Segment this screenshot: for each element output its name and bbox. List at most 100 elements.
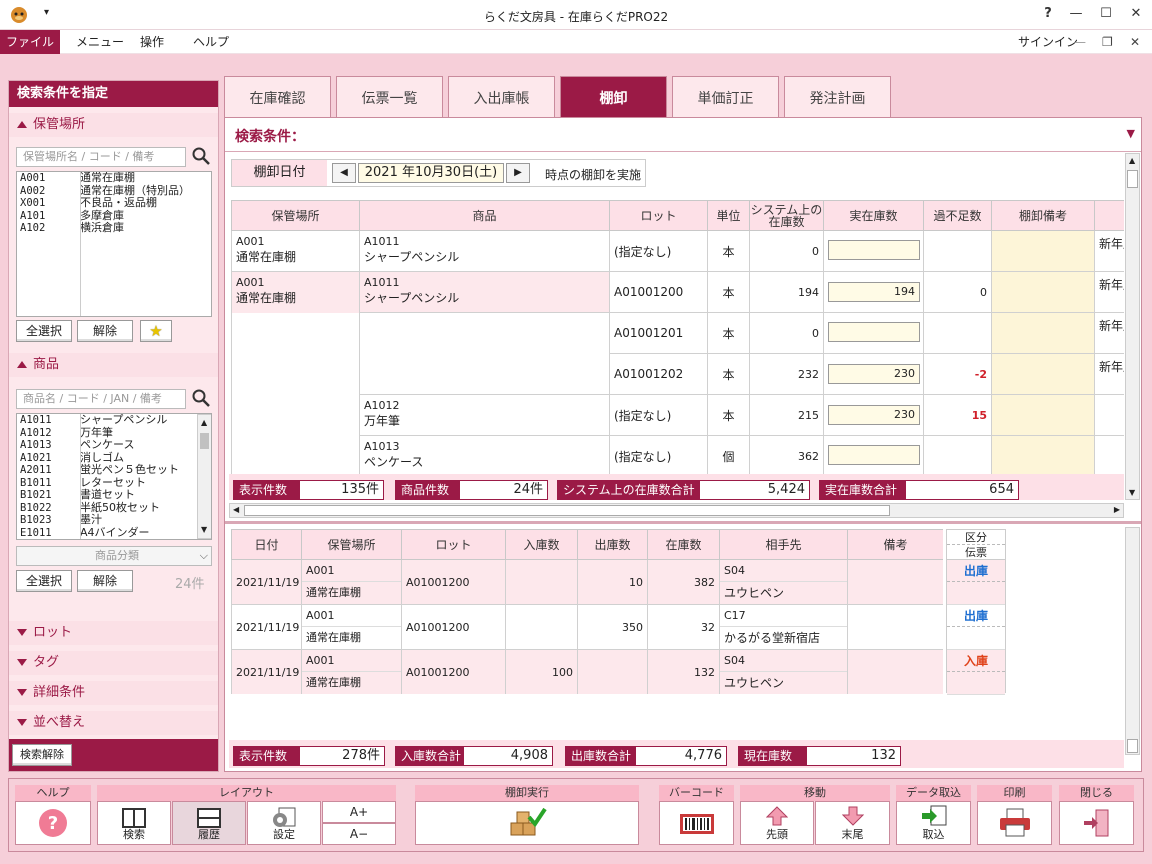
stocktake-date-field[interactable]: 2021 年10月30日(土) [358, 163, 504, 183]
stocktake-row[interactable]: A01001202 本 232 230 -2 新年度 [231, 353, 1124, 395]
settings-button[interactable]: 設定 [247, 801, 321, 845]
product-list-scrollbar[interactable]: ▲ ▼ [197, 414, 211, 539]
product-list[interactable]: A1011 シャープペンシル A1012 万年筆 A1013 ペンケース A1021 消しゴム… [16, 413, 212, 540]
tag-section-header[interactable]: タグ [9, 651, 218, 675]
help-button[interactable]: ? [15, 801, 91, 845]
kind-label[interactable]: 入庫 [947, 650, 1005, 672]
location-list-item[interactable]: A102 横浜倉庫 [17, 221, 211, 235]
column-header[interactable]: 商品 [359, 200, 610, 231]
stocktake-note-input[interactable] [991, 312, 1095, 354]
product-list-item[interactable]: B1022 半紙50枚セット [17, 501, 197, 515]
column-header[interactable]: システム上の在庫数 [749, 200, 824, 231]
history-column-header[interactable]: 在庫数 [647, 529, 720, 560]
product-list-item[interactable]: A1011 シャープペンシル [17, 414, 197, 427]
history-row[interactable]: 2021/11/19 A001 通常在庫棚 A01001200 100 132 S… [231, 649, 943, 694]
detail-section-header[interactable]: 詳細条件 [9, 681, 218, 705]
scroll-down-icon[interactable]: ▼ [1129, 488, 1135, 497]
stocktake-vscrollbar[interactable]: ▲ ▼ [1125, 153, 1140, 500]
stocktake-row[interactable]: A001 通常在庫棚 A1011 シャープペンシル A01001200 本 194 1… [231, 271, 1124, 313]
tab-stocktake[interactable]: 棚卸 [560, 76, 667, 118]
history-column-header[interactable]: 相手先 [719, 529, 848, 560]
location-list-item[interactable]: X001 不良品・返品棚 [17, 196, 211, 210]
search-condition-bar[interactable]: 検索条件： ▼ [225, 118, 1141, 152]
product-list-item[interactable]: B1023 墨汁 [17, 513, 197, 527]
tab-order-plan[interactable]: 発注計画 [784, 76, 891, 118]
product-clear-button[interactable]: 解除 [77, 570, 133, 592]
import-button[interactable]: 取込 [896, 801, 971, 845]
location-list-item[interactable]: A001 通常在庫棚 [17, 172, 211, 185]
history-column-header[interactable]: ロット [401, 529, 506, 560]
prev-date-button[interactable]: ◀ [332, 163, 356, 183]
history-column-header[interactable]: 日付 [231, 529, 302, 560]
category-dropdown[interactable]: 商品分類 ⌵ [16, 546, 212, 566]
column-header[interactable]: 実在庫数 [823, 200, 924, 231]
actual-qty-input[interactable]: 230 [828, 364, 920, 384]
search-icon[interactable] [191, 146, 211, 166]
product-section-header[interactable]: 商品 [9, 353, 218, 377]
tab-stock-check[interactable]: 在庫確認 [224, 76, 331, 118]
column-header[interactable] [1094, 200, 1124, 231]
location-clear-button[interactable]: 解除 [77, 320, 133, 342]
location-list[interactable]: A001 通常在庫棚 A002 通常在庫棚（特別品） X001 不良品・返品棚 A101 多摩… [16, 171, 212, 317]
history-row[interactable]: 2021/11/19 A001 通常在庫棚 A01001200 10 382 S0… [231, 559, 943, 605]
stocktake-row[interactable]: A1013 ペンケース (指定なし) 個 362 [231, 435, 1124, 474]
tab-slip-list[interactable]: 伝票一覧 [336, 76, 443, 118]
product-list-item[interactable]: E1011 A4バインダー [17, 526, 197, 540]
barcode-button[interactable] [659, 801, 734, 845]
location-search-input[interactable]: 保管場所名 / コード / 備考 [16, 147, 186, 167]
layout-search-button[interactable]: 検索 [97, 801, 171, 845]
stocktake-note-input[interactable] [991, 353, 1095, 395]
location-section-header[interactable]: 保管場所 [9, 113, 218, 137]
scroll-thumb[interactable] [1127, 739, 1138, 753]
actual-qty-input[interactable]: 230 [828, 405, 920, 425]
search-icon[interactable] [191, 388, 211, 408]
scroll-down-icon[interactable]: ▼ [201, 524, 207, 537]
column-header[interactable]: 保管場所 [231, 200, 360, 231]
scroll-thumb[interactable] [200, 433, 209, 449]
column-header[interactable]: 単位 [707, 200, 750, 231]
scroll-up-icon[interactable]: ▲ [201, 417, 207, 430]
column-header[interactable]: 棚卸備考 [991, 200, 1095, 231]
scroll-left-icon[interactable]: ◀ [233, 505, 239, 514]
last-button[interactable]: 末尾 [815, 801, 890, 845]
product-search-input[interactable]: 商品名 / コード / JAN / 備考 [16, 389, 186, 409]
menu-file[interactable]: ファイル [0, 30, 60, 54]
menu-menu[interactable]: メニュー [66, 30, 134, 54]
favorite-star-button[interactable]: ★ [140, 320, 172, 342]
actual-qty-input[interactable] [828, 239, 920, 260]
stocktake-row[interactable]: A01001201 本 0 新年度 [231, 312, 1124, 354]
product-list-item[interactable]: A2011 蛍光ペン５色セット [17, 463, 197, 477]
stocktake-hscrollbar[interactable]: ◀ ▶ [229, 503, 1124, 518]
history-row[interactable]: 2021/11/19 A001 通常在庫棚 A01001200 350 32 C1… [231, 604, 943, 650]
history-column-header[interactable]: 入庫数 [505, 529, 578, 560]
actual-qty-input[interactable]: 194 [828, 282, 920, 302]
maximize-button[interactable]: ☐ [1096, 6, 1116, 21]
actual-qty-input[interactable] [828, 321, 920, 342]
product-list-item[interactable]: A1013 ペンケース [17, 438, 197, 452]
ribbon-restore-icon[interactable]: ❐ [1092, 30, 1123, 54]
hscroll-thumb[interactable] [244, 505, 890, 516]
stocktake-note-input[interactable] [991, 271, 1095, 313]
lot-section-header[interactable]: ロット [9, 621, 218, 645]
font-increase-button[interactable]: A+ [322, 801, 396, 823]
close-app-button[interactable] [1059, 801, 1134, 845]
stocktake-exec-button[interactable] [415, 801, 639, 845]
scroll-right-icon[interactable]: ▶ [1114, 505, 1120, 514]
stocktake-note-input[interactable] [991, 230, 1095, 272]
font-decrease-button[interactable]: A− [322, 823, 396, 845]
location-select-all-button[interactable]: 全選択 [16, 320, 72, 342]
menu-operations[interactable]: 操作 [130, 30, 174, 54]
tab-in-out-ledger[interactable]: 入出庫帳 [448, 76, 555, 118]
close-button[interactable]: ✕ [1126, 6, 1146, 21]
product-list-item[interactable]: B1021 書道セット [17, 488, 197, 502]
column-header[interactable]: 過不足数 [923, 200, 992, 231]
actual-qty-input[interactable] [828, 444, 920, 465]
ribbon-close-icon[interactable]: ✕ [1120, 30, 1150, 54]
condition-expand-icon[interactable]: ▼ [1127, 127, 1135, 140]
menu-help[interactable]: ヘルプ [183, 30, 239, 54]
first-button[interactable]: 先頭 [740, 801, 814, 845]
stocktake-row[interactable]: A001 通常在庫棚 A1011 シャープペンシル (指定なし) 本 0 新年度 [231, 230, 1124, 272]
sort-section-header[interactable]: 並べ替え [9, 711, 218, 735]
print-button[interactable] [977, 801, 1052, 845]
stocktake-note-input[interactable] [991, 435, 1095, 474]
